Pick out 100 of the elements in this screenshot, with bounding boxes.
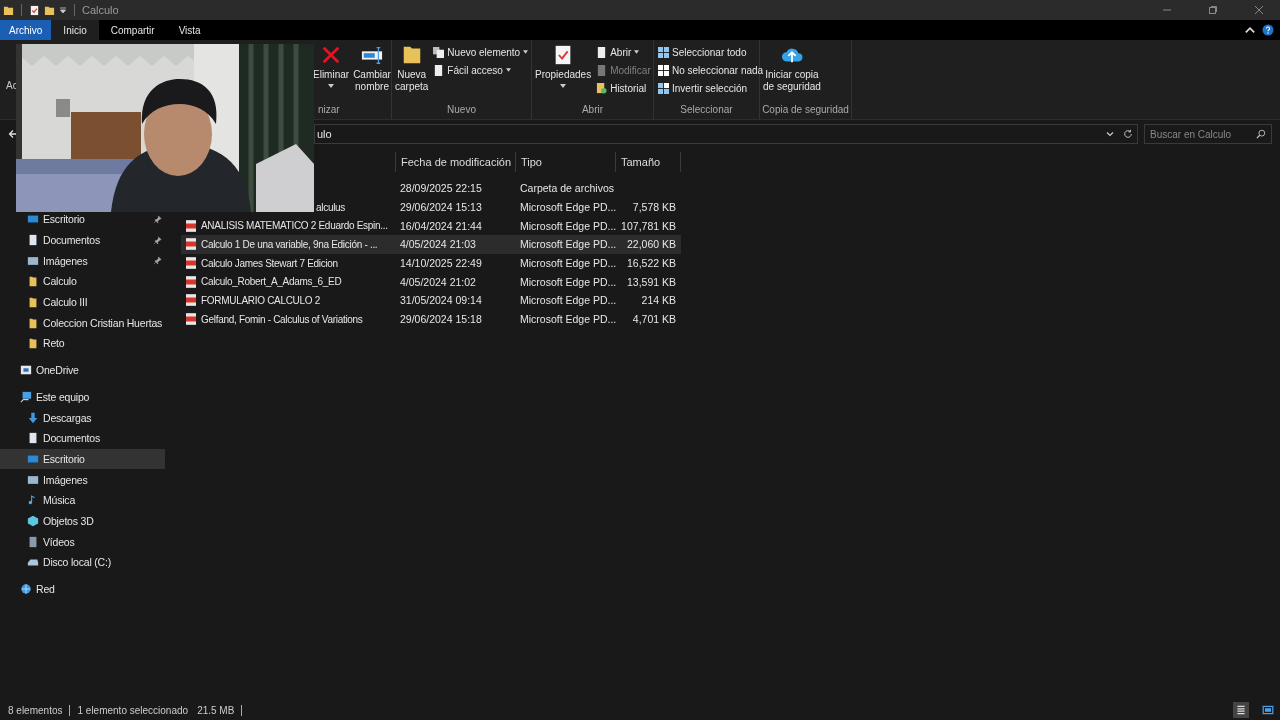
ribbon-button[interactable]: Nueva carpeta [394,43,430,94]
nav-item[interactable]: Escritorio [0,209,165,230]
pdf-icon [186,257,196,270]
table-cell: 4/05/2024 21:03 [400,238,476,251]
file-name[interactable]: Calculo 1 De una variable, 9na Edición - ... [201,238,378,250]
file-name[interactable]: Gelfand, Fomin - Calculus of Variations [201,313,363,325]
table-cell: Microsoft Edge PD... [520,275,617,288]
ribbon-tab[interactable]: Vista [166,20,213,40]
file-name[interactable]: FORMULARIO CALCULO 2 [201,294,321,306]
chevron-down-icon[interactable] [1105,129,1115,139]
file-name[interactable]: Calculo_Robert_A_Adams_6_ED [201,276,342,288]
properties-icon[interactable] [29,4,40,16]
nav-item[interactable]: Imágenes [0,469,165,490]
nav-item[interactable]: Descargas [0,407,165,428]
nav-item[interactable]: Reto [0,333,165,354]
image-icon [27,473,39,486]
pin-icon[interactable] [153,256,162,266]
ribbon-button[interactable]: Eliminar [312,43,351,89]
restore-icon[interactable] [1208,5,1218,15]
nav-item[interactable]: Este equipo [0,386,165,408]
pin-icon[interactable] [153,235,162,245]
nav-item[interactable]: Calculo [0,271,165,292]
pdf-icon [186,313,196,326]
file-name[interactable]: ANALISIS MATEMATICO 2 Eduardo Espin... [201,220,388,232]
nav-item[interactable]: Vídeos [0,531,165,552]
refresh-icon[interactable] [1123,129,1133,139]
ribbon-button[interactable]: Fácil acceso [431,61,531,79]
close-icon[interactable] [1254,5,1264,15]
pin-icon[interactable] [153,214,162,224]
selection-info: 1 elemento seleccionado [77,704,189,716]
nav-item[interactable]: Calculo III [0,291,165,313]
group-label: nizar [318,104,340,115]
dropdown-icon[interactable] [59,6,67,14]
nav-item[interactable]: Disco local (C:) [0,552,165,573]
cube-icon [27,514,39,527]
nav-item[interactable]: Imágenes [0,250,165,272]
nav-item[interactable]: Documentos [0,229,165,251]
download-arrow-icon [27,411,39,424]
details-view-button[interactable] [1233,702,1249,718]
pdf-icon [186,238,196,251]
column-header[interactable]: Tamaño [621,156,661,168]
tiles-icon [1262,704,1274,716]
address-bar[interactable]: ulo [314,124,1138,144]
ribbon-button[interactable]: Historial [594,79,653,97]
nav-item[interactable]: Documentos [0,427,165,449]
file-name[interactable]: alculus [316,201,346,213]
window-title: Calculo [82,4,119,16]
monitor-icon [20,364,32,377]
group-label: Copia de seguridad [762,104,849,115]
search-field[interactable]: Buscar en Calculo [1144,124,1272,144]
help-icon[interactable] [1262,24,1274,36]
rename-icon [361,44,383,66]
video-icon [27,535,39,548]
document-icon [596,64,608,76]
nav-item[interactable]: Escritorio [0,448,165,470]
column-header[interactable]: Fecha de modificación [401,156,512,168]
table-cell: 7,578 KB [632,201,676,214]
table-cell: 31/05/2024 09:14 [400,294,482,307]
grid-icon [658,64,669,76]
ribbon-button[interactable]: Nuevo elemento [431,43,531,61]
table-cell: 16/04/2024 21:44 [400,219,482,232]
nav-item[interactable]: Música [0,489,165,511]
document-icon [27,432,39,445]
folder-icon[interactable] [44,4,55,16]
nav-item[interactable]: Red [0,578,165,600]
group-label: Seleccionar [680,104,733,115]
folder-icon [27,316,39,329]
search-icon[interactable] [1256,129,1266,139]
ribbon-button[interactable]: Propiedades [534,43,593,89]
selection-size: 21.5 MB [197,704,235,716]
table-cell: Carpeta de archivos [520,182,614,195]
globe-icon [20,583,32,596]
folder-icon [27,296,39,309]
table-cell: 13,591 KB [626,275,676,288]
nav-item[interactable]: OneDrive [0,359,165,381]
table-cell: Microsoft Edge PD... [520,219,617,232]
ribbon-button[interactable]: Cambiar nombre [352,43,392,94]
table-cell: 28/09/2025 22:15 [400,182,482,195]
ribbon-tab[interactable]: Inicio [51,20,99,40]
document-icon [27,234,39,247]
table-cell: 107,781 KB [621,219,676,232]
table-cell: 4/05/2024 21:02 [400,275,476,288]
document-icon [596,46,608,58]
table-cell: Microsoft Edge PD... [520,313,617,326]
nav-item[interactable]: Objetos 3D [0,510,165,532]
table-cell: Microsoft Edge PD... [520,257,617,270]
item-count: 8 elementos [8,704,63,716]
back-arrow-icon[interactable] [8,129,18,139]
computer-icon [20,390,32,403]
ribbon-tab[interactable]: Compartir [98,20,167,40]
file-tab[interactable]: Archivo [0,20,52,40]
image-icon [27,254,39,267]
file-name[interactable]: Calculo James Stewart 7 Edicion [201,257,338,269]
grid-icon [658,82,669,94]
folder-icon [27,337,39,350]
nav-item[interactable]: Coleccion Cristian Huertas [0,312,165,334]
table-cell: Microsoft Edge PD... [520,294,617,307]
ribbon-button[interactable]: Abrir [594,43,653,61]
list-icon [1235,704,1247,716]
column-header[interactable]: Tipo [521,156,542,168]
